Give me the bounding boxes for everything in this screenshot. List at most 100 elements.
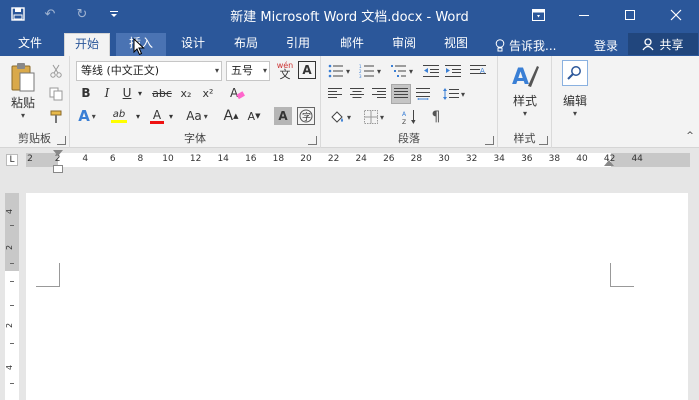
tab-review[interactable]: 审阅	[383, 33, 425, 56]
top-right-margin-mark	[610, 263, 634, 287]
bullets-dropdown-icon[interactable]: ▾	[346, 67, 350, 76]
underline-button[interactable]: U	[117, 83, 137, 103]
left-indent-marker[interactable]	[53, 165, 63, 173]
superscript-button[interactable]: x²	[198, 83, 218, 103]
borders-dropdown-icon[interactable]: ▾	[380, 113, 384, 122]
editing-label: 编辑	[562, 94, 587, 108]
tab-file[interactable]: 文件	[8, 33, 52, 56]
line-spacing-dropdown-icon[interactable]: ▾	[461, 90, 465, 99]
ruler-number: 40	[576, 154, 588, 164]
bold-button[interactable]: B	[76, 83, 96, 103]
font-size-combobox[interactable]: 五号 ▾	[226, 61, 270, 81]
paste-dropdown-icon[interactable]: ▾	[6, 111, 40, 120]
tab-mailings[interactable]: 邮件	[331, 33, 373, 56]
font-launcher-icon[interactable]	[308, 136, 317, 145]
font-name-combobox[interactable]: 等线 (中文正文) ▾	[76, 61, 222, 81]
underline-dropdown-icon[interactable]: ▾	[136, 83, 144, 103]
phonetic-guide-button[interactable]: wén 文	[274, 59, 296, 81]
align-left-icon[interactable]	[325, 84, 345, 104]
styles-button[interactable]: A 样式 ▾	[504, 60, 546, 118]
character-border-icon[interactable]: A	[298, 61, 316, 79]
font-color-swatch	[150, 120, 164, 124]
clipboard-launcher-icon[interactable]	[57, 136, 66, 145]
shading-button[interactable]: ▾	[325, 107, 355, 127]
multilevel-dropdown-icon[interactable]: ▾	[409, 67, 413, 76]
increase-indent-icon[interactable]	[443, 61, 463, 81]
first-line-indent-marker[interactable]	[53, 150, 63, 156]
tab-design[interactable]: 设计	[172, 33, 214, 56]
show-formatting-marks-icon[interactable]: ¶	[425, 107, 447, 127]
strikethrough-button[interactable]: abc	[150, 83, 174, 103]
tab-selector[interactable]: L	[6, 154, 18, 166]
change-case-button[interactable]: Aa ▾	[180, 106, 214, 126]
shrink-font-button[interactable]: A ▼	[243, 106, 265, 126]
text-effects-button[interactable]: A ▾	[76, 106, 98, 126]
numbering-dropdown-icon[interactable]: ▾	[377, 67, 381, 76]
close-icon[interactable]	[653, 0, 699, 29]
paste-button[interactable]: 粘贴 ▾	[6, 62, 40, 120]
grow-font-button[interactable]: A ▲	[220, 106, 242, 126]
minimize-icon[interactable]	[561, 0, 607, 29]
subscript-button[interactable]: x₂	[176, 83, 196, 103]
change-case-dropdown-icon[interactable]: ▾	[204, 112, 208, 121]
justify-icon[interactable]	[391, 84, 411, 104]
tell-me-box[interactable]: 告诉我...	[495, 37, 556, 54]
font-size-dropdown-icon[interactable]: ▾	[263, 62, 267, 80]
font-name-value: 等线 (中文正文)	[81, 64, 160, 77]
styles-launcher-icon[interactable]	[539, 136, 548, 145]
tab-references[interactable]: 引用	[277, 33, 319, 56]
font-name-dropdown-icon[interactable]: ▾	[215, 62, 219, 80]
text-effects-dropdown-icon[interactable]: ▾	[92, 112, 96, 121]
align-center-icon[interactable]	[347, 84, 367, 104]
document-page[interactable]	[26, 193, 688, 400]
ruler-number: 34	[493, 154, 505, 164]
highlight-dropdown-icon[interactable]: ▾	[134, 106, 142, 126]
tab-view[interactable]: 视图	[435, 33, 477, 56]
cut-icon[interactable]	[46, 62, 66, 80]
font-color-dropdown-icon[interactable]: ▾	[167, 106, 175, 126]
ruler-bar: L 2 2 4 6 8 10 12 14 16 18 20 22 24 26 28 30 32 34 36 38 40 4…	[0, 148, 699, 172]
share-button[interactable]: 共享	[628, 33, 698, 55]
maximize-icon[interactable]	[607, 0, 653, 29]
tell-me-text: 告诉我...	[509, 39, 557, 53]
styles-dropdown-icon[interactable]: ▾	[504, 109, 546, 118]
sign-in-link[interactable]: 登录	[594, 37, 618, 54]
editing-dropdown-icon[interactable]: ▾	[556, 109, 594, 118]
ruler-number: 8	[137, 154, 144, 164]
paste-label: 粘贴	[10, 96, 35, 110]
sort-icon[interactable]: AZ	[399, 107, 421, 127]
right-indent-marker[interactable]	[604, 160, 614, 166]
font-size-value: 五号	[231, 64, 253, 77]
numbering-button[interactable]: 123 ▾	[356, 61, 384, 81]
ribbon-display-options-icon[interactable]	[515, 0, 561, 29]
bullets-button[interactable]: ▾	[325, 61, 353, 81]
borders-button[interactable]: ▾	[359, 107, 389, 127]
editing-button[interactable]: 编辑 ▾	[556, 60, 594, 118]
paragraph-launcher-icon[interactable]	[485, 136, 494, 145]
person-icon	[642, 37, 655, 50]
character-shading-button[interactable]: A	[274, 107, 292, 125]
line-spacing-button[interactable]: ▾	[439, 84, 469, 104]
distributed-icon[interactable]	[413, 84, 433, 104]
horizontal-ruler[interactable]: 2 2 4 6 8 10 12 14 16 18 20 22 24 26 28 30 32 34 36 38 40 42 4…	[26, 153, 690, 167]
copy-icon[interactable]	[46, 85, 66, 103]
clear-formatting-icon[interactable]: A	[226, 83, 248, 103]
highlight-color-button[interactable]: ab	[104, 106, 134, 126]
enclose-characters-icon[interactable]: 字	[297, 107, 315, 125]
ruler-number: 14	[217, 154, 229, 164]
svg-text:3: 3	[359, 74, 362, 78]
multilevel-list-button[interactable]: ▾	[387, 61, 417, 81]
shading-dropdown-icon[interactable]: ▾	[347, 113, 351, 122]
format-painter-icon[interactable]	[46, 108, 66, 126]
svg-text:Z: Z	[402, 119, 406, 125]
vertical-ruler[interactable]: 4 2 2 4	[5, 193, 19, 400]
vertical-ruler-number: 2	[5, 322, 15, 329]
italic-button[interactable]: I	[97, 83, 117, 103]
collapse-ribbon-icon[interactable]: ^	[684, 130, 696, 142]
decrease-indent-icon[interactable]	[421, 61, 441, 81]
tab-home[interactable]: 开始	[64, 33, 110, 56]
asian-layout-icon[interactable]: A	[467, 61, 489, 81]
font-color-button[interactable]: A	[146, 106, 168, 126]
tab-layout[interactable]: 布局	[225, 33, 267, 56]
align-right-icon[interactable]	[369, 84, 389, 104]
